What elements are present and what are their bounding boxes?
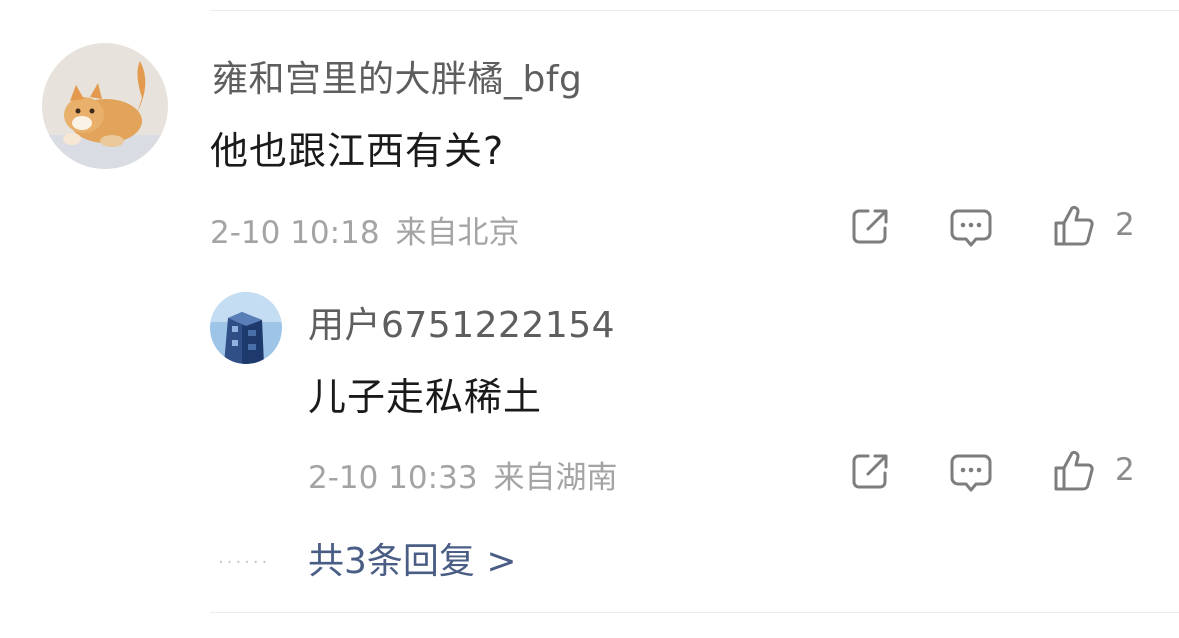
avatar[interactable] xyxy=(42,43,168,169)
comment-time: 2-10 10:18 xyxy=(210,215,380,251)
top-divider xyxy=(210,10,1179,11)
comment-icon xyxy=(950,209,992,247)
bottom-divider xyxy=(210,612,1179,613)
thumbs-up-icon xyxy=(1054,205,1094,246)
like-count: 2 xyxy=(1115,207,1135,243)
thumbs-up-icon xyxy=(1054,450,1094,491)
comment-meta: 2-10 10:18 来自北京 xyxy=(210,207,520,252)
share-icon xyxy=(852,209,888,244)
building-avatar-image xyxy=(210,292,282,364)
reply-username[interactable]: 用户6751222154 xyxy=(308,296,615,348)
comment-text: 他也跟江西有关? xyxy=(210,129,505,173)
reply-like-button[interactable] xyxy=(1052,449,1096,493)
share-button[interactable] xyxy=(848,204,892,248)
reply-like-count: 2 xyxy=(1115,452,1135,488)
reply-meta: 2-10 10:33 来自湖南 xyxy=(308,452,618,497)
reply-time: 2-10 10:33 xyxy=(308,460,478,496)
comment-icon xyxy=(950,454,992,492)
reply-share-button[interactable] xyxy=(848,449,892,493)
more-replies-link[interactable]: 共3条回复 > xyxy=(308,532,517,584)
share-icon xyxy=(852,454,888,489)
comment-username[interactable]: 雍和宫里的大胖橘_bfg xyxy=(212,50,582,102)
comment-button[interactable] xyxy=(949,206,993,250)
cat-avatar-image xyxy=(42,43,168,169)
comment-location: 来自北京 xyxy=(395,215,520,251)
reply-comment-button[interactable] xyxy=(949,451,993,495)
reply-avatar[interactable] xyxy=(210,292,282,364)
more-replies-dots: ······ xyxy=(218,552,271,573)
reply-text: 儿子走私稀土 xyxy=(308,375,543,419)
like-button[interactable] xyxy=(1052,204,1096,248)
reply-location: 来自湖南 xyxy=(493,460,618,496)
